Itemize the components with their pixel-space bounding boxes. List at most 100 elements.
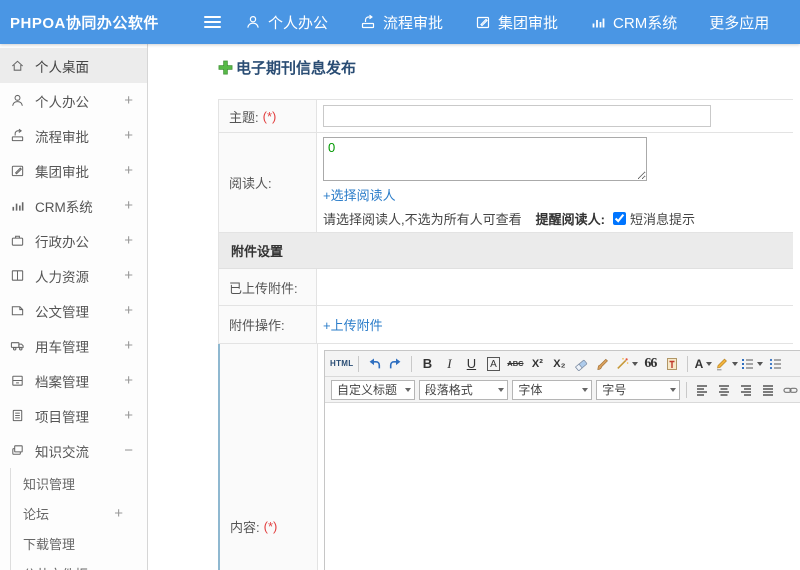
sms-notify-checkbox[interactable] <box>612 212 626 225</box>
font-size-select[interactable]: 字号 <box>596 379 680 400</box>
home-icon <box>10 58 26 74</box>
align-left-button[interactable] <box>692 380 712 400</box>
sidebar-item-personal-office[interactable]: 个人办公 + <box>0 83 147 118</box>
sidebar-item-vehicles[interactable]: 用车管理 + <box>0 328 147 363</box>
nav-label: 集团审批 <box>498 14 559 32</box>
ordered-list-button[interactable] <box>740 354 764 374</box>
highlight-color-button[interactable] <box>715 354 739 374</box>
underline-button[interactable]: U <box>461 354 481 374</box>
sidebar-subitem-downloads[interactable]: 下载管理 <box>11 528 147 558</box>
sidebar-item-documents[interactable]: 公文管理 + <box>0 293 147 328</box>
sidebar-item-crm[interactable]: CRM系统 + <box>0 188 147 223</box>
sidebar-item-knowledge[interactable]: 知识交流 − <box>0 433 147 468</box>
app-logo: PHPOA协同办公软件 <box>10 14 159 32</box>
align-justify-button[interactable] <box>758 380 778 400</box>
sidebar-item-label: 知识交流 <box>35 444 89 460</box>
document-icon <box>10 303 26 319</box>
sidebar-subitem-forum[interactable]: 论坛 + <box>11 498 147 528</box>
sidebar-item-hr[interactable]: 人力资源 + <box>0 258 147 293</box>
font-family-select[interactable]: 字体 <box>512 379 593 400</box>
sidebar-item-workflow-approval[interactable]: 流程审批 + <box>0 118 147 153</box>
link-icon <box>782 387 798 393</box>
uploaded-attachments-row: 已上传附件: <box>219 269 793 306</box>
rich-text-editor: HTML B I U A ABC X² X₂ 66 A 自定义标题 段落格式 字… <box>324 350 800 570</box>
heading-select[interactable]: 自定义标题 <box>331 379 415 400</box>
expand-toggle[interactable]: + <box>124 197 133 214</box>
brush-icon <box>597 358 609 370</box>
nav-group-approval[interactable]: 集团审批 <box>475 12 558 33</box>
uploaded-attachments-value <box>317 269 793 305</box>
caret-down-icon <box>582 387 589 392</box>
remind-readers-label: 提醒阅读人: <box>535 212 605 227</box>
caret-down-icon <box>757 361 764 366</box>
eraser-button[interactable] <box>571 354 591 374</box>
expand-toggle[interactable]: + <box>114 505 123 522</box>
nav-crm-system[interactable]: CRM系统 <box>590 12 677 33</box>
sidebar-knowledge-submenu: 知识管理 论坛 + 下载管理 公共文件柜 <box>10 468 147 570</box>
paragraph-format-select[interactable]: 段落格式 <box>418 379 509 400</box>
sidebar-subitem-public-cabinet[interactable]: 公共文件柜 <box>11 558 147 570</box>
attachment-operation-row: 附件操作: +上传附件 <box>219 306 793 344</box>
sidebar-item-projects[interactable]: 项目管理 + <box>0 398 147 433</box>
select-readers-link[interactable]: +选择阅读人 <box>323 185 787 204</box>
top-nav: 个人办公 流程审批 集团审批 CRM系统 更多应用 <box>245 12 800 33</box>
publish-form: 主题: (*) 阅读人: 0 +选择阅读人 请选择阅读人,不选为所有人可查看 提… <box>218 99 800 570</box>
subject-input[interactable] <box>323 105 711 127</box>
expand-toggle[interactable]: + <box>124 232 133 249</box>
blockquote-button[interactable]: 66 <box>640 354 660 374</box>
redo-icon <box>390 358 401 368</box>
bold-button[interactable]: B <box>417 354 437 374</box>
person-icon <box>245 14 261 30</box>
expand-toggle[interactable]: + <box>124 372 133 389</box>
sidebar-item-admin-office[interactable]: 行政办公 + <box>0 223 147 258</box>
subscript-button[interactable]: X₂ <box>549 354 569 374</box>
format-painter-button[interactable] <box>593 354 613 374</box>
expand-toggle[interactable]: + <box>124 92 133 109</box>
auto-typeset-button[interactable] <box>615 354 639 374</box>
caret-down-icon <box>670 387 676 392</box>
expand-toggle[interactable]: + <box>124 127 133 144</box>
readers-label: 阅读人: <box>219 133 317 232</box>
italic-button[interactable]: I <box>439 354 459 374</box>
nav-workflow-approval[interactable]: 流程审批 <box>360 12 443 33</box>
font-color-button[interactable]: A <box>693 354 713 374</box>
insert-link-button[interactable] <box>780 380 800 400</box>
upload-attachment-link[interactable]: +上传附件 <box>323 315 383 334</box>
font-border-button[interactable]: A <box>483 354 503 374</box>
expand-toggle[interactable]: + <box>124 302 133 319</box>
expand-toggle[interactable]: + <box>124 407 133 424</box>
sidebar-subitem-knowledge-mgmt[interactable]: 知识管理 <box>11 468 147 498</box>
expand-toggle[interactable]: + <box>124 337 133 354</box>
caret-down-icon <box>404 387 411 392</box>
unordered-list-button[interactable] <box>765 354 785 374</box>
expand-toggle[interactable]: + <box>124 267 133 284</box>
edit-icon <box>10 163 26 179</box>
align-center-button[interactable] <box>714 380 734 400</box>
expand-toggle[interactable]: + <box>124 162 133 179</box>
eraser-icon <box>575 359 588 371</box>
flow-icon <box>360 14 376 30</box>
sidebar-item-archives[interactable]: 档案管理 + <box>0 363 147 398</box>
superscript-button[interactable]: X² <box>527 354 547 374</box>
page-title: 电子期刊信息发布 <box>218 57 800 78</box>
html-source-button[interactable]: HTML <box>330 354 353 374</box>
sidebar: 个人桌面 个人办公 + 流程审批 + 集团审批 + CRM系统 + 行政办公 +… <box>0 44 148 570</box>
strikethrough-button[interactable]: ABC <box>505 354 525 374</box>
undo-icon <box>370 358 381 368</box>
readers-textarea[interactable]: 0 <box>323 137 647 181</box>
align-left-icon <box>697 384 707 396</box>
editor-content-area[interactable] <box>325 403 800 570</box>
required-mark: (*) <box>262 108 277 124</box>
undo-button[interactable] <box>364 354 384 374</box>
sidebar-item-group-approval[interactable]: 集团审批 + <box>0 153 147 188</box>
align-right-button[interactable] <box>736 380 756 400</box>
collapse-toggle[interactable]: − <box>124 442 133 459</box>
hamburger-menu-icon[interactable] <box>204 16 221 28</box>
subject-label: 主题: (*) <box>219 100 317 132</box>
nav-more-apps[interactable]: 更多应用 <box>709 12 769 33</box>
paste-as-text-button[interactable] <box>662 354 682 374</box>
nav-personal-office[interactable]: 个人办公 <box>245 12 328 33</box>
sidebar-item-personal-desktop[interactable]: 个人桌面 <box>0 48 147 83</box>
sidebar-item-label: CRM系统 <box>35 199 93 215</box>
redo-button[interactable] <box>386 354 406 374</box>
